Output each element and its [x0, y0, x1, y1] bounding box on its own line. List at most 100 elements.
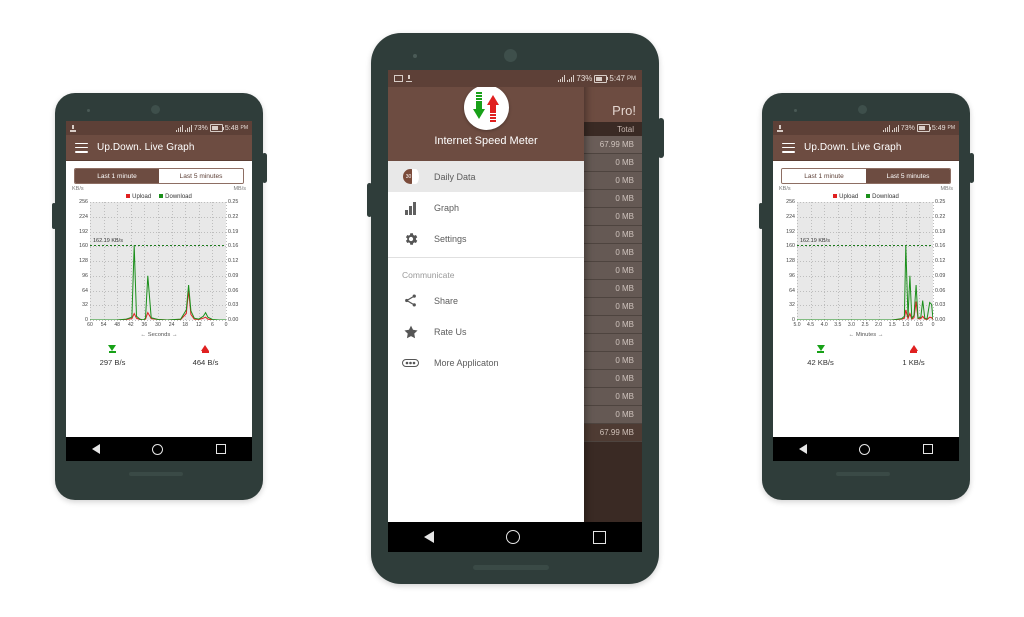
unit-row-left: KB/s MB/s [66, 186, 252, 192]
download-speed-right: 42 KB/s [807, 357, 834, 367]
battery-percent-right: 73% [900, 124, 915, 132]
volume-button-center-phone[interactable] [367, 183, 372, 217]
tab-last-5-minutes-right[interactable]: Last 5 minutes [866, 169, 950, 183]
daily-data-icon: 30 [402, 168, 419, 185]
volume-button-right-phone[interactable] [759, 203, 763, 229]
legend-upload-left: Upload [126, 194, 151, 200]
upload-speed-right: 1 KB/s [902, 357, 925, 367]
y-axis-unit-left: KB/s [72, 186, 84, 192]
upload-arrow-logo [486, 92, 500, 122]
y2-axis-tick-label: 0.25 [935, 199, 946, 205]
status-bar-right: 73% 5:49 PM [773, 121, 959, 135]
drawer-item-rate-us[interactable]: Rate Us [388, 316, 584, 347]
share-icon [402, 292, 419, 309]
signal-icon-sim1 [175, 124, 183, 132]
speaker-grill-left-phone [129, 472, 183, 476]
grid-line-vertical [226, 202, 227, 320]
tab-last-1-minute-left[interactable]: Last 1 minute [75, 169, 159, 183]
home-button-center[interactable] [506, 530, 521, 544]
power-button-center-phone[interactable] [658, 118, 664, 158]
power-button-right-phone[interactable] [969, 153, 974, 183]
y2-axis-tick-label: 0.12 [228, 258, 239, 264]
x-axis-tick-label: 5.0 [793, 322, 801, 328]
hamburger-menu-icon-right[interactable] [782, 142, 795, 153]
y2-axis-tick-label: 0.19 [935, 228, 946, 235]
drawer-item-graph[interactable]: Graph [388, 192, 584, 223]
navigation-drawer: Internet Speed Meter 30 Daily Data Graph [388, 70, 584, 552]
x-axis-tick-label: 4.0 [820, 322, 828, 328]
x-axis-tick-label: 0.5 [915, 322, 923, 328]
y-axis-tick-label: 224 [786, 213, 795, 220]
x-axis-tick-label: 1.0 [902, 322, 910, 328]
signal-icon-sim1-center [558, 75, 566, 82]
android-nav-bar-right [773, 437, 959, 461]
drawer-item-settings[interactable]: Settings [388, 223, 584, 254]
y2-axis-unit-left: MB/s [233, 186, 246, 192]
y-axis-tick-label: 192 [79, 228, 88, 235]
recents-button-right[interactable] [922, 444, 933, 454]
x-axis-tick-label: 36 [141, 322, 148, 328]
battery-icon-center [594, 74, 609, 83]
recents-button-center[interactable] [592, 530, 606, 544]
drawer-item-daily-data[interactable]: 30 Daily Data [388, 161, 584, 192]
x-axis-title-left: ← Seconds → [140, 332, 178, 338]
sensor-dot-left-phone [87, 109, 90, 112]
x-axis-tick-label: 0 [224, 322, 228, 328]
android-nav-bar-center [388, 522, 642, 552]
screen-left-phone: 73% 5:48 PM Up.Down. Live Graph Last 1 m… [66, 121, 252, 461]
back-button-left[interactable] [92, 444, 101, 454]
recents-button-left[interactable] [215, 444, 226, 454]
y-axis-tick-label: 224 [79, 213, 88, 220]
power-button-left-phone[interactable] [262, 153, 267, 183]
screen-center-phone: Pro! Total 67.99 MB 0 MB 0 MB 0 MB 0 MB 0 MB 0… [388, 70, 642, 552]
y2-axis-tick-label: 0.25 [228, 199, 239, 205]
drawer-app-name: Internet Speed Meter [434, 134, 538, 147]
home-button-right[interactable] [859, 443, 871, 455]
signal-icon-sim2 [184, 124, 192, 132]
clock-ampm-right: PM [947, 125, 956, 131]
y-axis-tick-label: 64 [789, 287, 795, 294]
totals-right: 42 KB/s 1 KB/s [773, 345, 959, 367]
status-bar-center: 73% 5:47 PM [388, 70, 642, 87]
y2-axis-tick-label: 0.06 [228, 287, 239, 294]
x-axis-tick-label: 48 [114, 322, 121, 328]
x-axis-tick-label: 42 [127, 322, 134, 328]
home-button-left[interactable] [152, 443, 164, 455]
y2-axis-tick-label: 0.00 [935, 317, 946, 323]
drawer-item-share[interactable]: Share [388, 285, 584, 316]
upload-total-block-left: 464 B/s [193, 345, 218, 367]
background-title-fragment: Pro! [612, 103, 636, 118]
phone-right: 73% 5:49 PM Up.Down. Live Graph Last 1 m… [759, 93, 974, 500]
back-button-right[interactable] [799, 444, 808, 454]
front-camera-center-phone [504, 49, 517, 62]
tab-last-1-minute-right[interactable]: Last 1 minute [782, 169, 866, 183]
range-tabs-right: Last 1 minute Last 5 minutes [781, 168, 951, 184]
drawer-item-more-applications[interactable]: More Applicaton [388, 347, 584, 378]
y2-axis-tick-label: 0.22 [935, 213, 946, 220]
chart-legend-right: Upload Download [773, 194, 959, 200]
x-axis-tick-label: 3.0 [847, 322, 855, 328]
grid-line-horizontal [90, 320, 226, 321]
sim-status-icon [394, 75, 403, 82]
bar-chart-icon [402, 199, 419, 216]
screen-right-phone: 73% 5:49 PM Up.Down. Live Graph Last 1 m… [773, 121, 959, 461]
y-axis-tick-label: 96 [789, 272, 795, 279]
x-axis-tick-label: 2.0 [875, 322, 883, 328]
back-button-center[interactable] [424, 531, 435, 543]
battery-icon-left [209, 124, 224, 132]
y-axis-tick-label: 128 [79, 258, 88, 264]
hamburger-menu-icon-left[interactable] [75, 142, 88, 153]
x-axis-tick-label: 12 [195, 322, 202, 328]
page-title-left: Up.Down. Live Graph [97, 142, 195, 153]
volume-button-left-phone[interactable] [52, 203, 56, 229]
download-total-block-left: 297 B/s [100, 345, 125, 367]
clock-right: 5:49 [931, 124, 946, 132]
legend-download-left: Download [159, 194, 192, 200]
phone-center: Pro! Total 67.99 MB 0 MB 0 MB 0 MB 0 MB 0 MB 0… [367, 33, 664, 584]
status-bar-left: 73% 5:48 PM [66, 121, 252, 135]
drawer-item-label-share: Share [434, 295, 459, 306]
chart-legend-left: Upload Download [66, 194, 252, 200]
tab-last-5-minutes-left[interactable]: Last 5 minutes [159, 169, 243, 183]
y-axis-tick-label: 256 [786, 199, 795, 205]
chart-left: 162.19 KB/s 256 224 192 160 128 96 64 32 0 0.25 0… [70, 199, 248, 338]
